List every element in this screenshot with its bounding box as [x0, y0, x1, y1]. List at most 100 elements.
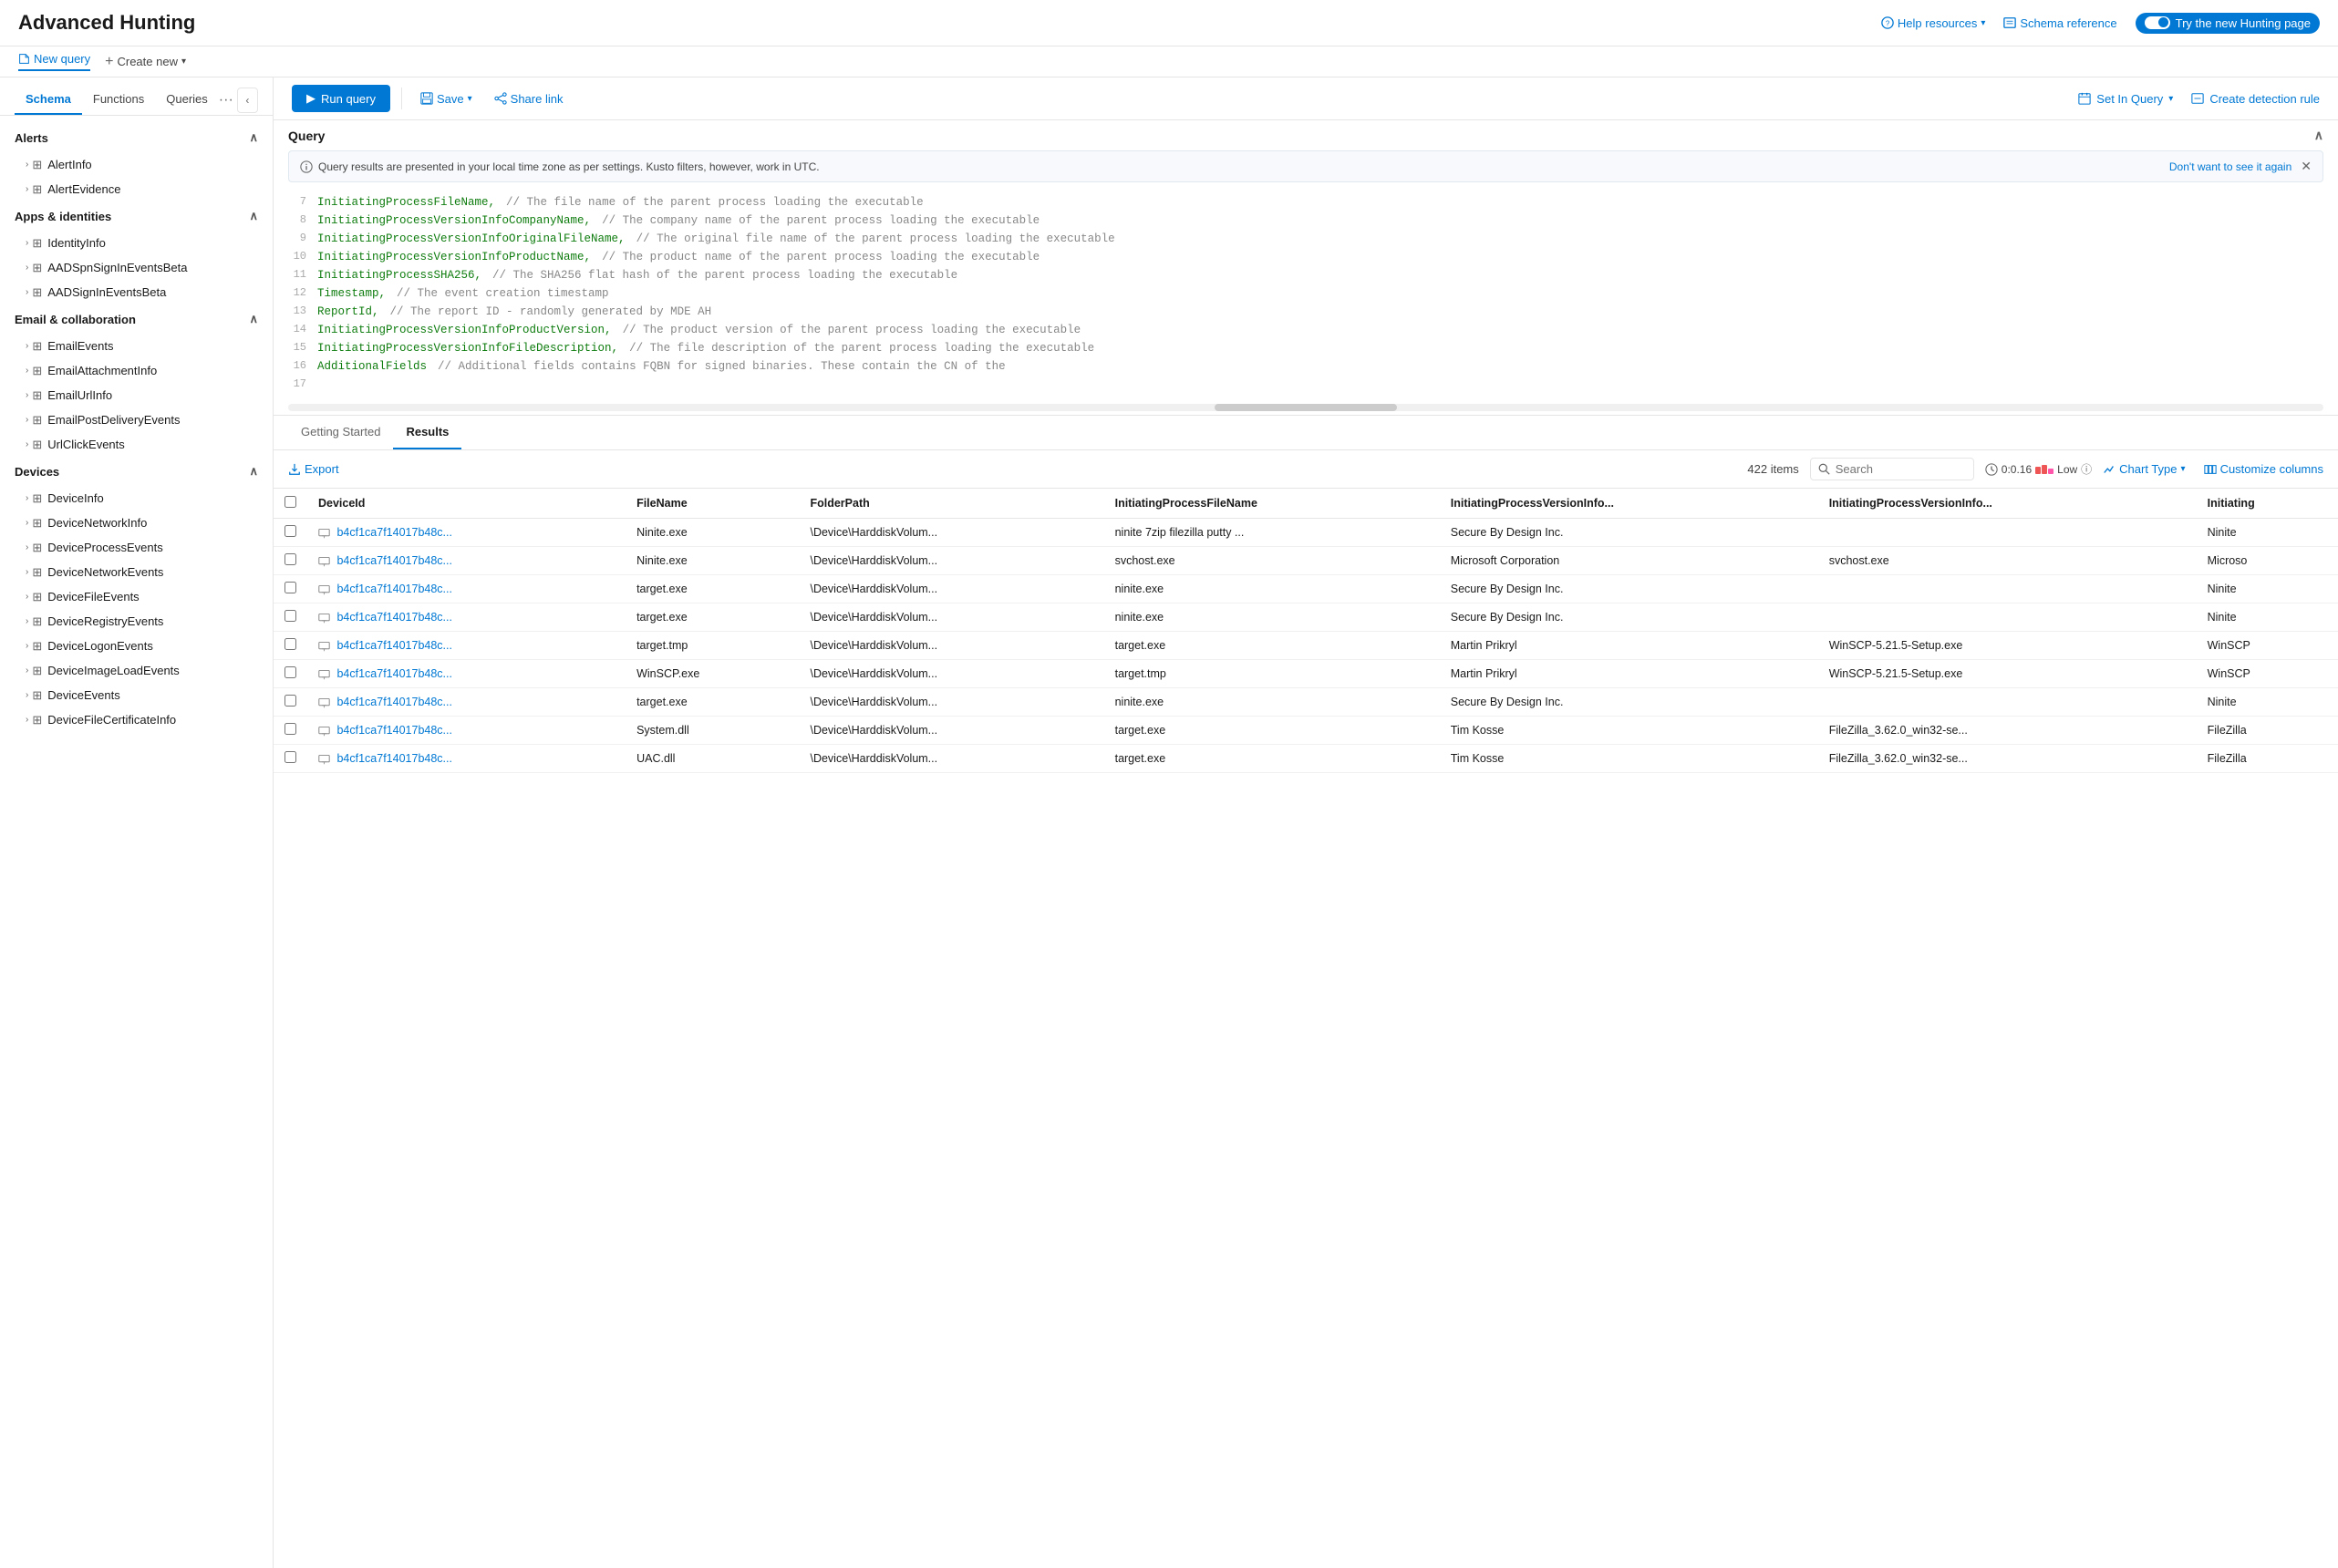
code-comment: // The report ID - randomly generated by… [390, 303, 712, 321]
sidebar-item-devicelogonevents[interactable]: ›⊞DeviceLogonEvents⋯ [0, 634, 273, 658]
run-query-button[interactable]: ▶ Run query [292, 85, 390, 112]
sidebar-item-devicenetworkevents[interactable]: ›⊞DeviceNetworkEvents⋯ [0, 560, 273, 584]
item-chevron-icon: › [26, 238, 28, 248]
table-icon: ⊞ [32, 664, 42, 678]
tab-results[interactable]: Results [393, 416, 461, 449]
cell-device-id[interactable]: b4cf1ca7f14017b48c... [307, 519, 626, 547]
sidebar-section-header-2[interactable]: Email & collaboration∧ [0, 304, 273, 334]
table-row: b4cf1ca7f14017b48c... UAC.dll \Device\Ha… [274, 745, 2338, 773]
sidebar-item-devicefilecertificateinfo[interactable]: ›⊞DeviceFileCertificateInfo⋯ [0, 707, 273, 732]
col-device-id[interactable]: DeviceId [307, 489, 626, 519]
tab-getting-started[interactable]: Getting Started [288, 416, 393, 449]
col-initiating[interactable]: Initiating [2197, 489, 2338, 519]
cell-device-id[interactable]: b4cf1ca7f14017b48c... [307, 547, 626, 575]
schema-icon [2003, 16, 2016, 29]
row-checkbox-cell[interactable] [274, 688, 307, 717]
time-info-icon[interactable]: ⓘ [2081, 461, 2092, 477]
create-detection-rule-button[interactable]: Create detection rule [2191, 92, 2320, 106]
sidebar-item-identityinfo[interactable]: ›⊞IdentityInfo⋯ [0, 231, 273, 255]
sidebar-section-header-1[interactable]: Apps & identities∧ [0, 201, 273, 231]
export-button[interactable]: Export [288, 462, 339, 476]
col-version-info-1[interactable]: InitiatingProcessVersionInfo... [1440, 489, 1818, 519]
item-chevron-icon: › [26, 184, 28, 194]
row-checkbox-cell[interactable] [274, 660, 307, 688]
table-icon: ⊞ [32, 388, 42, 403]
sidebar-item-emailattachmentinfo[interactable]: ›⊞EmailAttachmentInfo⋯ [0, 358, 273, 383]
item-label: EmailEvents [47, 339, 245, 353]
col-folderpath[interactable]: FolderPath [799, 489, 1103, 519]
sidebar-section-email---collaboration: Email & collaboration∧›⊞EmailEvents⋯›⊞Em… [0, 304, 273, 457]
col-version-info-2[interactable]: InitiatingProcessVersionInfo... [1818, 489, 2197, 519]
cell-device-id[interactable]: b4cf1ca7f14017b48c... [307, 688, 626, 717]
row-checkbox-cell[interactable] [274, 632, 307, 660]
set-in-query-button[interactable]: Set In Query ▾ [2078, 92, 2173, 106]
sidebar-item-deviceimageloadevents[interactable]: ›⊞DeviceImageLoadEvents⋯ [0, 658, 273, 683]
table-row: b4cf1ca7f14017b48c... Ninite.exe \Device… [274, 519, 2338, 547]
col-filename[interactable]: FileName [626, 489, 799, 519]
row-checkbox-cell[interactable] [274, 575, 307, 603]
row-checkbox-cell[interactable] [274, 717, 307, 745]
save-button[interactable]: Save ▾ [413, 87, 480, 111]
create-new-btn[interactable]: + Create new ▾ [105, 54, 186, 70]
tab-queries[interactable]: Queries [155, 85, 219, 115]
chart-type-button[interactable]: Chart Type ▾ [2103, 462, 2185, 476]
search-input[interactable] [1836, 462, 1963, 476]
customize-columns-button[interactable]: Customize columns [2204, 462, 2323, 476]
new-query-btn[interactable]: New query [18, 52, 90, 71]
sidebar-item-deviceprocessevents[interactable]: ›⊞DeviceProcessEvents⋯ [0, 535, 273, 560]
horizontal-scrollbar[interactable] [288, 404, 2323, 411]
code-line: 10InitiatingProcessVersionInfoProductNam… [288, 248, 2323, 266]
table-icon: ⊞ [32, 614, 42, 629]
query-collapse-btn[interactable]: ∧ [2314, 128, 2323, 143]
search-box[interactable] [1810, 458, 1974, 480]
sidebar-item-deviceregistryevents[interactable]: ›⊞DeviceRegistryEvents⋯ [0, 609, 273, 634]
cell-device-id[interactable]: b4cf1ca7f14017b48c... [307, 717, 626, 745]
code-comment: // The file description of the parent pr… [629, 339, 1094, 357]
row-checkbox-cell[interactable] [274, 603, 307, 632]
row-checkbox-cell[interactable] [274, 745, 307, 773]
sidebar-item-alertevidence[interactable]: ›⊞AlertEvidence⋯ [0, 177, 273, 201]
page-title: Advanced Hunting [18, 11, 195, 35]
sidebar-item-emailpostdeliveryevents[interactable]: ›⊞EmailPostDeliveryEvents⋯ [0, 407, 273, 432]
code-editor[interactable]: 7InitiatingProcessFileName, // The file … [274, 190, 2338, 404]
sidebar-item-aadsignineventsbeta[interactable]: ›⊞AADSignInEventsBeta⋯ [0, 280, 273, 304]
sidebar-item-alertinfo[interactable]: ›⊞AlertInfo⋯ [0, 152, 273, 177]
results-tabs: Getting Started Results [274, 416, 2338, 450]
cell-device-id[interactable]: b4cf1ca7f14017b48c... [307, 603, 626, 632]
cell-version-info-2 [1818, 519, 2197, 547]
sidebar-section-header-3[interactable]: Devices∧ [0, 457, 273, 486]
row-checkbox-cell[interactable] [274, 547, 307, 575]
schema-reference-btn[interactable]: Schema reference [2003, 16, 2116, 30]
dont-show-btn[interactable]: Don't want to see it again [2169, 160, 2291, 173]
row-checkbox-cell[interactable] [274, 519, 307, 547]
sidebar-item-devicenetworkinfo[interactable]: ›⊞DeviceNetworkInfo⋯ [0, 511, 273, 535]
table-icon: ⊞ [32, 182, 42, 197]
sidebar-item-aadspnsignineventsbeta[interactable]: ›⊞AADSpnSignInEventsBeta⋯ [0, 255, 273, 280]
sidebar-content: Alerts∧›⊞AlertInfo⋯›⊞AlertEvidence⋯Apps … [0, 116, 273, 1568]
sidebar-item-emailevents[interactable]: ›⊞EmailEvents⋯ [0, 334, 273, 358]
help-resources-btn[interactable]: ? Help resources ▾ [1881, 16, 1985, 30]
time-badge: 0:0.16 Low ⓘ [1985, 461, 2092, 477]
info-bar-close-btn[interactable]: ✕ [2301, 159, 2312, 174]
query-section: Query ∧ Query results are presented in y… [274, 120, 2338, 416]
sidebar-collapse-btn[interactable]: ‹ [237, 88, 258, 113]
select-all-header[interactable] [274, 489, 307, 519]
tab-functions[interactable]: Functions [82, 85, 155, 115]
sidebar-item-urlclickevents[interactable]: ›⊞UrlClickEvents⋯ [0, 432, 273, 457]
sidebar-item-deviceevents[interactable]: ›⊞DeviceEvents⋯ [0, 683, 273, 707]
sidebar-section-header-0[interactable]: Alerts∧ [0, 123, 273, 152]
sidebar-item-deviceinfo[interactable]: ›⊞DeviceInfo⋯ [0, 486, 273, 511]
share-link-button[interactable]: Share link [487, 87, 571, 111]
cell-device-id[interactable]: b4cf1ca7f14017b48c... [307, 745, 626, 773]
cell-device-id[interactable]: b4cf1ca7f14017b48c... [307, 632, 626, 660]
col-init-filename[interactable]: InitiatingProcessFileName [1104, 489, 1440, 519]
tab-schema[interactable]: Schema [15, 85, 82, 115]
sidebar-item-devicefileevents[interactable]: ›⊞DeviceFileEvents⋯ [0, 584, 273, 609]
item-label: DeviceRegistryEvents [47, 614, 245, 628]
line-number: 7 [288, 193, 306, 211]
sidebar-more-btn[interactable]: ··· [219, 92, 233, 108]
sidebar-item-emailurlinfo[interactable]: ›⊞EmailUrlInfo⋯ [0, 383, 273, 407]
cell-device-id[interactable]: b4cf1ca7f14017b48c... [307, 660, 626, 688]
cell-device-id[interactable]: b4cf1ca7f14017b48c... [307, 575, 626, 603]
try-new-btn[interactable]: Try the new Hunting page [2136, 13, 2320, 34]
